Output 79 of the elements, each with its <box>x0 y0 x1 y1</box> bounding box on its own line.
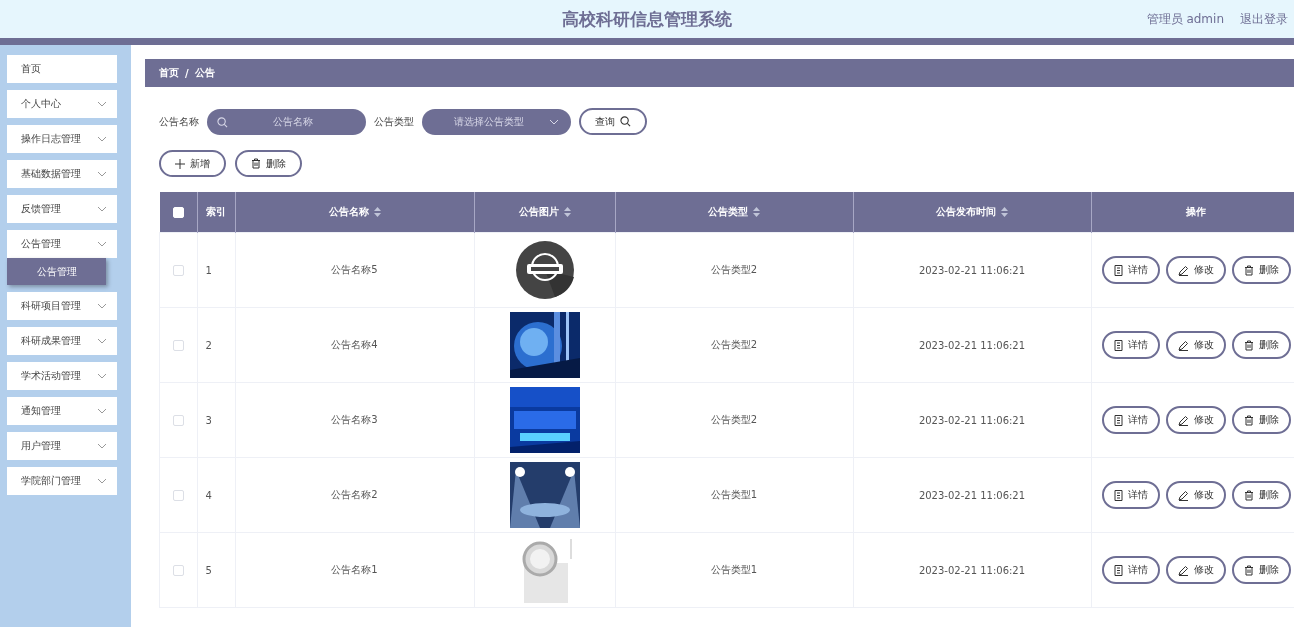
logout-link[interactable]: 退出登录 <box>1240 11 1288 28</box>
column-header: 索引 <box>206 205 226 219</box>
menu-label: 首页 <box>21 62 41 76</box>
menu-label: 操作日志管理 <box>21 132 81 146</box>
table-cell: 2023-02-21 11:06:21 <box>918 414 1026 426</box>
table-cell: 公告名称4 <box>331 339 378 350</box>
table-cell: 公告类型2 <box>710 414 758 425</box>
menu-label: 学院部门管理 <box>21 474 81 488</box>
query-button[interactable]: 查询 <box>579 108 647 135</box>
column-header[interactable]: 公告类型 <box>708 205 748 219</box>
table-cell: 4 <box>205 489 212 501</box>
menu-label: 学术活动管理 <box>21 369 81 383</box>
detail-button[interactable]: 详情 <box>1101 331 1160 359</box>
column-header[interactable]: 公告图片 <box>518 205 559 219</box>
delete-button[interactable]: 删除 <box>1231 406 1291 434</box>
edit-button[interactable]: 修改 <box>1165 256 1226 284</box>
delete-button[interactable]: 删除 <box>1231 256 1291 284</box>
menu-item[interactable]: 学术活动管理 <box>7 362 117 390</box>
menu-label: 科研项目管理 <box>21 299 81 313</box>
menu-item[interactable]: 首页 <box>7 55 117 83</box>
breadcrumb-link[interactable]: 首页 <box>159 66 179 80</box>
add-button[interactable]: 新增 <box>159 150 226 177</box>
menu-item[interactable]: 科研成果管理 <box>7 327 117 355</box>
menu-item[interactable]: 用户管理 <box>7 432 117 460</box>
delete-button[interactable]: 删除 <box>1231 481 1291 509</box>
menu-item[interactable]: 操作日志管理 <box>7 125 117 153</box>
table-cell: 5 <box>205 564 212 576</box>
user-name: 管理员 admin <box>1146 11 1224 28</box>
menu-item[interactable]: 基础数据管理 <box>7 160 117 188</box>
table-cell: 公告类型1 <box>710 564 758 575</box>
edit-button[interactable]: 修改 <box>1165 556 1226 584</box>
table-cell: 3 <box>205 414 212 426</box>
edit-button[interactable]: 修改 <box>1165 331 1226 359</box>
detail-button[interactable]: 详情 <box>1101 556 1160 584</box>
column-header[interactable]: 公告发布时间 <box>936 205 996 219</box>
table-cell: 公告名称2 <box>331 489 378 500</box>
menu-item[interactable]: 公告管理 <box>7 230 117 258</box>
delete-button[interactable]: 删除 <box>1231 556 1291 584</box>
table-cell: 2023-02-21 11:06:21 <box>918 564 1026 576</box>
detail-button[interactable]: 详情 <box>1101 256 1160 284</box>
table-cell: 2023-02-21 11:06:21 <box>918 489 1026 501</box>
table-cell: 2023-02-21 11:06:21 <box>918 339 1026 351</box>
menu-item[interactable]: 个人中心 <box>7 90 117 118</box>
menu-label: 公告管理 <box>21 237 61 251</box>
menu-label: 个人中心 <box>21 97 61 111</box>
breadcrumb-separator: / <box>185 67 189 79</box>
column-header: 操作 <box>1186 205 1206 219</box>
menu-label: 科研成果管理 <box>21 334 81 348</box>
menu-item[interactable]: 科研项目管理 <box>7 292 117 320</box>
breadcrumb-link[interactable]: 公告 <box>194 66 215 80</box>
menu-label: 基础数据管理 <box>21 167 81 181</box>
table-cell: 2023-02-21 11:06:21 <box>918 264 1026 276</box>
menu-label: 反馈管理 <box>21 202 61 216</box>
submenu-item[interactable]: 公告管理 <box>7 258 106 285</box>
menu-label: 用户管理 <box>21 439 61 453</box>
menu-label: 通知管理 <box>21 404 61 418</box>
field-label: 公告名称 <box>159 114 199 129</box>
search-field[interactable]: 公告名称 <box>207 108 366 135</box>
table-cell: 1 <box>205 264 212 276</box>
table-cell: 公告类型2 <box>710 264 758 275</box>
detail-button[interactable]: 详情 <box>1101 481 1160 509</box>
column-header[interactable]: 公告名称 <box>328 205 369 219</box>
edit-button[interactable]: 修改 <box>1165 481 1226 509</box>
menu-item[interactable]: 学院部门管理 <box>7 467 117 495</box>
edit-button[interactable]: 修改 <box>1165 406 1226 434</box>
menu-item[interactable]: 反馈管理 <box>7 195 117 223</box>
field-label: 公告类型 <box>374 114 414 129</box>
app-title: 高校科研信息管理系统 <box>562 7 732 31</box>
table-cell: 2 <box>205 339 212 351</box>
table-cell: 公告名称1 <box>331 564 378 575</box>
table-cell: 公告名称5 <box>331 264 378 275</box>
menu-item[interactable]: 通知管理 <box>7 397 117 425</box>
table-cell: 公告类型2 <box>710 339 758 350</box>
table-cell: 公告类型1 <box>710 489 758 500</box>
table-cell: 公告名称3 <box>331 414 378 425</box>
delete-button[interactable]: 删除 <box>235 150 302 177</box>
type-dropdown[interactable]: 请选择公告类型 <box>422 108 571 135</box>
delete-button[interactable]: 删除 <box>1231 331 1291 359</box>
detail-button[interactable]: 详情 <box>1101 406 1160 434</box>
